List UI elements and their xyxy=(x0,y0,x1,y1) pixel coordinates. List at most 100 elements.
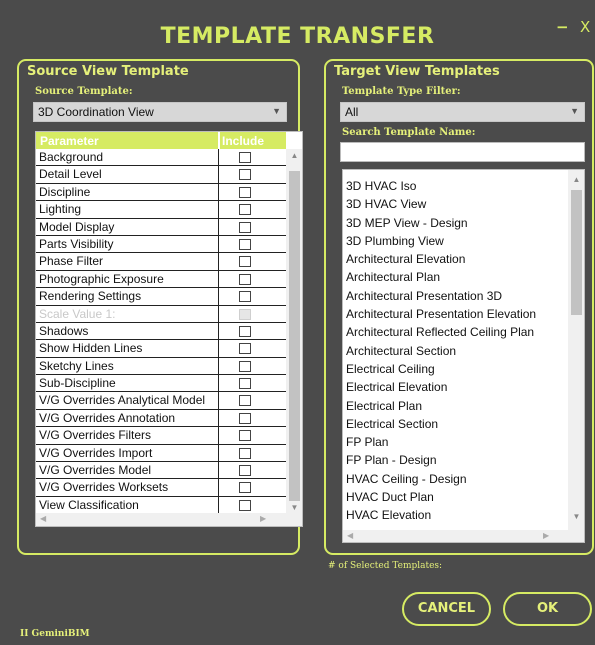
include-checkbox xyxy=(239,308,251,320)
include-checkbox[interactable] xyxy=(239,499,251,511)
cell-divider xyxy=(218,392,219,409)
parameter-row[interactable]: Parts Visibility xyxy=(36,235,286,254)
parameter-row[interactable]: V/G Overrides Annotation xyxy=(36,409,286,428)
include-checkbox[interactable] xyxy=(239,465,251,477)
include-checkbox[interactable] xyxy=(239,412,251,424)
scroll-up-arrow-icon[interactable]: ▲ xyxy=(286,151,302,160)
parameter-row[interactable]: View Classification xyxy=(36,496,286,515)
parameter-row[interactable]: Sub-Discipline xyxy=(36,375,286,393)
cell-divider xyxy=(218,235,219,253)
search-template-name-input[interactable] xyxy=(340,142,585,162)
cell-divider xyxy=(218,340,219,357)
parameter-row[interactable]: Rendering Settings xyxy=(36,288,286,306)
template-horizontal-scrollbar[interactable]: ◀ ▶ xyxy=(343,530,584,542)
parameter-row[interactable]: Show Hidden Lines xyxy=(36,340,286,358)
cell-divider xyxy=(218,288,219,305)
parameter-name: Shadows xyxy=(39,323,89,338)
parameter-row[interactable]: Photographic Exposure xyxy=(36,270,286,289)
template-list-item[interactable]: Electrical Ceiling xyxy=(343,360,568,378)
scroll-thumb[interactable] xyxy=(289,171,300,501)
template-items: 3D HVAC Iso 3D HVAC View 3D MEP View - Des… xyxy=(343,177,568,525)
parameter-vertical-scrollbar[interactable]: ▲ ▼ xyxy=(286,149,302,515)
template-list-item[interactable]: Electrical Elevation xyxy=(343,378,568,396)
parameter-row[interactable]: V/G Overrides Filters xyxy=(36,427,286,445)
parameter-row[interactable]: Phase Filter xyxy=(36,253,286,271)
parameter-row[interactable]: Background xyxy=(36,149,286,167)
template-list-item[interactable]: Architectural Presentation 3D xyxy=(343,287,568,305)
include-checkbox[interactable] xyxy=(239,256,251,268)
close-icon[interactable]: X xyxy=(580,18,590,36)
parameter-row[interactable]: Detail Level xyxy=(36,166,286,184)
include-checkbox[interactable] xyxy=(239,186,251,198)
template-list-item[interactable]: Architectural Presentation Elevation xyxy=(343,305,568,323)
parameter-row[interactable]: Discipline xyxy=(36,183,286,202)
include-checkbox[interactable] xyxy=(239,395,251,407)
parameter-row[interactable]: V/G Overrides Import xyxy=(36,444,286,463)
template-list-item[interactable]: Electrical Plan xyxy=(343,397,568,415)
include-checkbox[interactable] xyxy=(239,169,251,181)
scroll-right-arrow-icon[interactable]: ▶ xyxy=(260,514,266,523)
cell-divider xyxy=(218,462,219,479)
template-list-item[interactable]: 3D MEP View - Design xyxy=(343,214,568,232)
template-list-item[interactable]: Electrical Section xyxy=(343,415,568,433)
template-list-item[interactable]: HVAC Elevation xyxy=(343,506,568,524)
include-checkbox[interactable] xyxy=(239,447,251,459)
scroll-down-arrow-icon[interactable]: ▼ xyxy=(568,512,584,521)
template-vertical-scrollbar[interactable]: ▲ ▼ xyxy=(568,170,584,530)
chevron-down-icon: ▼ xyxy=(570,106,579,116)
scroll-down-arrow-icon[interactable]: ▼ xyxy=(286,503,302,512)
template-list-item[interactable]: FP Plan - Design xyxy=(343,451,568,469)
cell-divider xyxy=(218,479,219,496)
template-list-item[interactable]: FP Plan xyxy=(343,433,568,451)
target-view-templates-group: Target View Templates Template Type Filt… xyxy=(324,59,594,555)
parameter-row[interactable]: V/G Overrides Analytical Model xyxy=(36,392,286,410)
parameter-row[interactable]: Scale Value 1: xyxy=(36,305,286,323)
include-checkbox[interactable] xyxy=(239,360,251,372)
include-checkbox[interactable] xyxy=(239,378,251,390)
include-checkbox[interactable] xyxy=(239,291,251,303)
parameter-row[interactable]: Lighting xyxy=(36,201,286,219)
template-list-item[interactable]: Architectural Elevation xyxy=(343,250,568,268)
parameter-row[interactable]: V/G Overrides Model xyxy=(36,462,286,480)
template-list-item[interactable]: Architectural Plan xyxy=(343,268,568,286)
include-checkbox[interactable] xyxy=(239,204,251,216)
parameter-name: Scale Value 1: xyxy=(39,306,116,321)
ok-button[interactable]: OK xyxy=(503,592,592,626)
include-checkbox[interactable] xyxy=(239,343,251,355)
include-checkbox[interactable] xyxy=(239,482,251,494)
cell-divider xyxy=(218,253,219,270)
cell-divider xyxy=(218,201,219,218)
scroll-left-arrow-icon[interactable]: ◀ xyxy=(347,531,353,540)
template-list-item[interactable]: 3D Plumbing View xyxy=(343,232,568,250)
parameter-horizontal-scrollbar[interactable]: ◀ ▶ xyxy=(36,513,302,526)
include-checkbox[interactable] xyxy=(239,238,251,250)
template-list-item[interactable]: 3D HVAC View xyxy=(343,195,568,213)
cancel-button[interactable]: CANCEL xyxy=(402,592,491,626)
scroll-up-arrow-icon[interactable]: ▲ xyxy=(568,175,584,184)
template-list-item[interactable]: HVAC Ceiling - Design xyxy=(343,470,568,488)
include-checkbox[interactable] xyxy=(239,273,251,285)
template-list-item[interactable]: HVAC Duct Plan xyxy=(343,488,568,506)
parameter-row[interactable]: Model Display xyxy=(36,218,286,236)
include-checkbox[interactable] xyxy=(239,221,251,233)
parameter-row[interactable]: Sketchy Lines xyxy=(36,357,286,376)
minimize-icon[interactable]: − xyxy=(556,18,569,36)
parameter-row[interactable]: V/G Overrides Worksets xyxy=(36,479,286,497)
source-template-select[interactable]: 3D Coordination View ▼ xyxy=(33,102,287,122)
scroll-right-arrow-icon[interactable]: ▶ xyxy=(543,531,549,540)
parameter-table-header: Parameter Include xyxy=(36,132,286,149)
scroll-thumb[interactable] xyxy=(571,190,582,315)
parameter-row[interactable]: Shadows xyxy=(36,322,286,341)
cell-divider xyxy=(218,166,219,183)
parameter-name: V/G Overrides Worksets xyxy=(39,480,169,495)
window-title: TEMPLATE TRANSFER xyxy=(160,24,435,49)
template-type-filter-select[interactable]: All ▼ xyxy=(340,102,585,122)
template-list-item[interactable]: Architectural Section xyxy=(343,342,568,360)
template-list-item[interactable]: Architectural Reflected Ceiling Plan xyxy=(343,323,568,341)
include-checkbox[interactable] xyxy=(239,325,251,337)
include-checkbox[interactable] xyxy=(239,152,251,163)
include-checkbox[interactable] xyxy=(239,430,251,442)
cell-divider xyxy=(218,496,219,514)
scroll-left-arrow-icon[interactable]: ◀ xyxy=(40,514,46,523)
template-list-item[interactable]: 3D HVAC Iso xyxy=(343,177,568,195)
